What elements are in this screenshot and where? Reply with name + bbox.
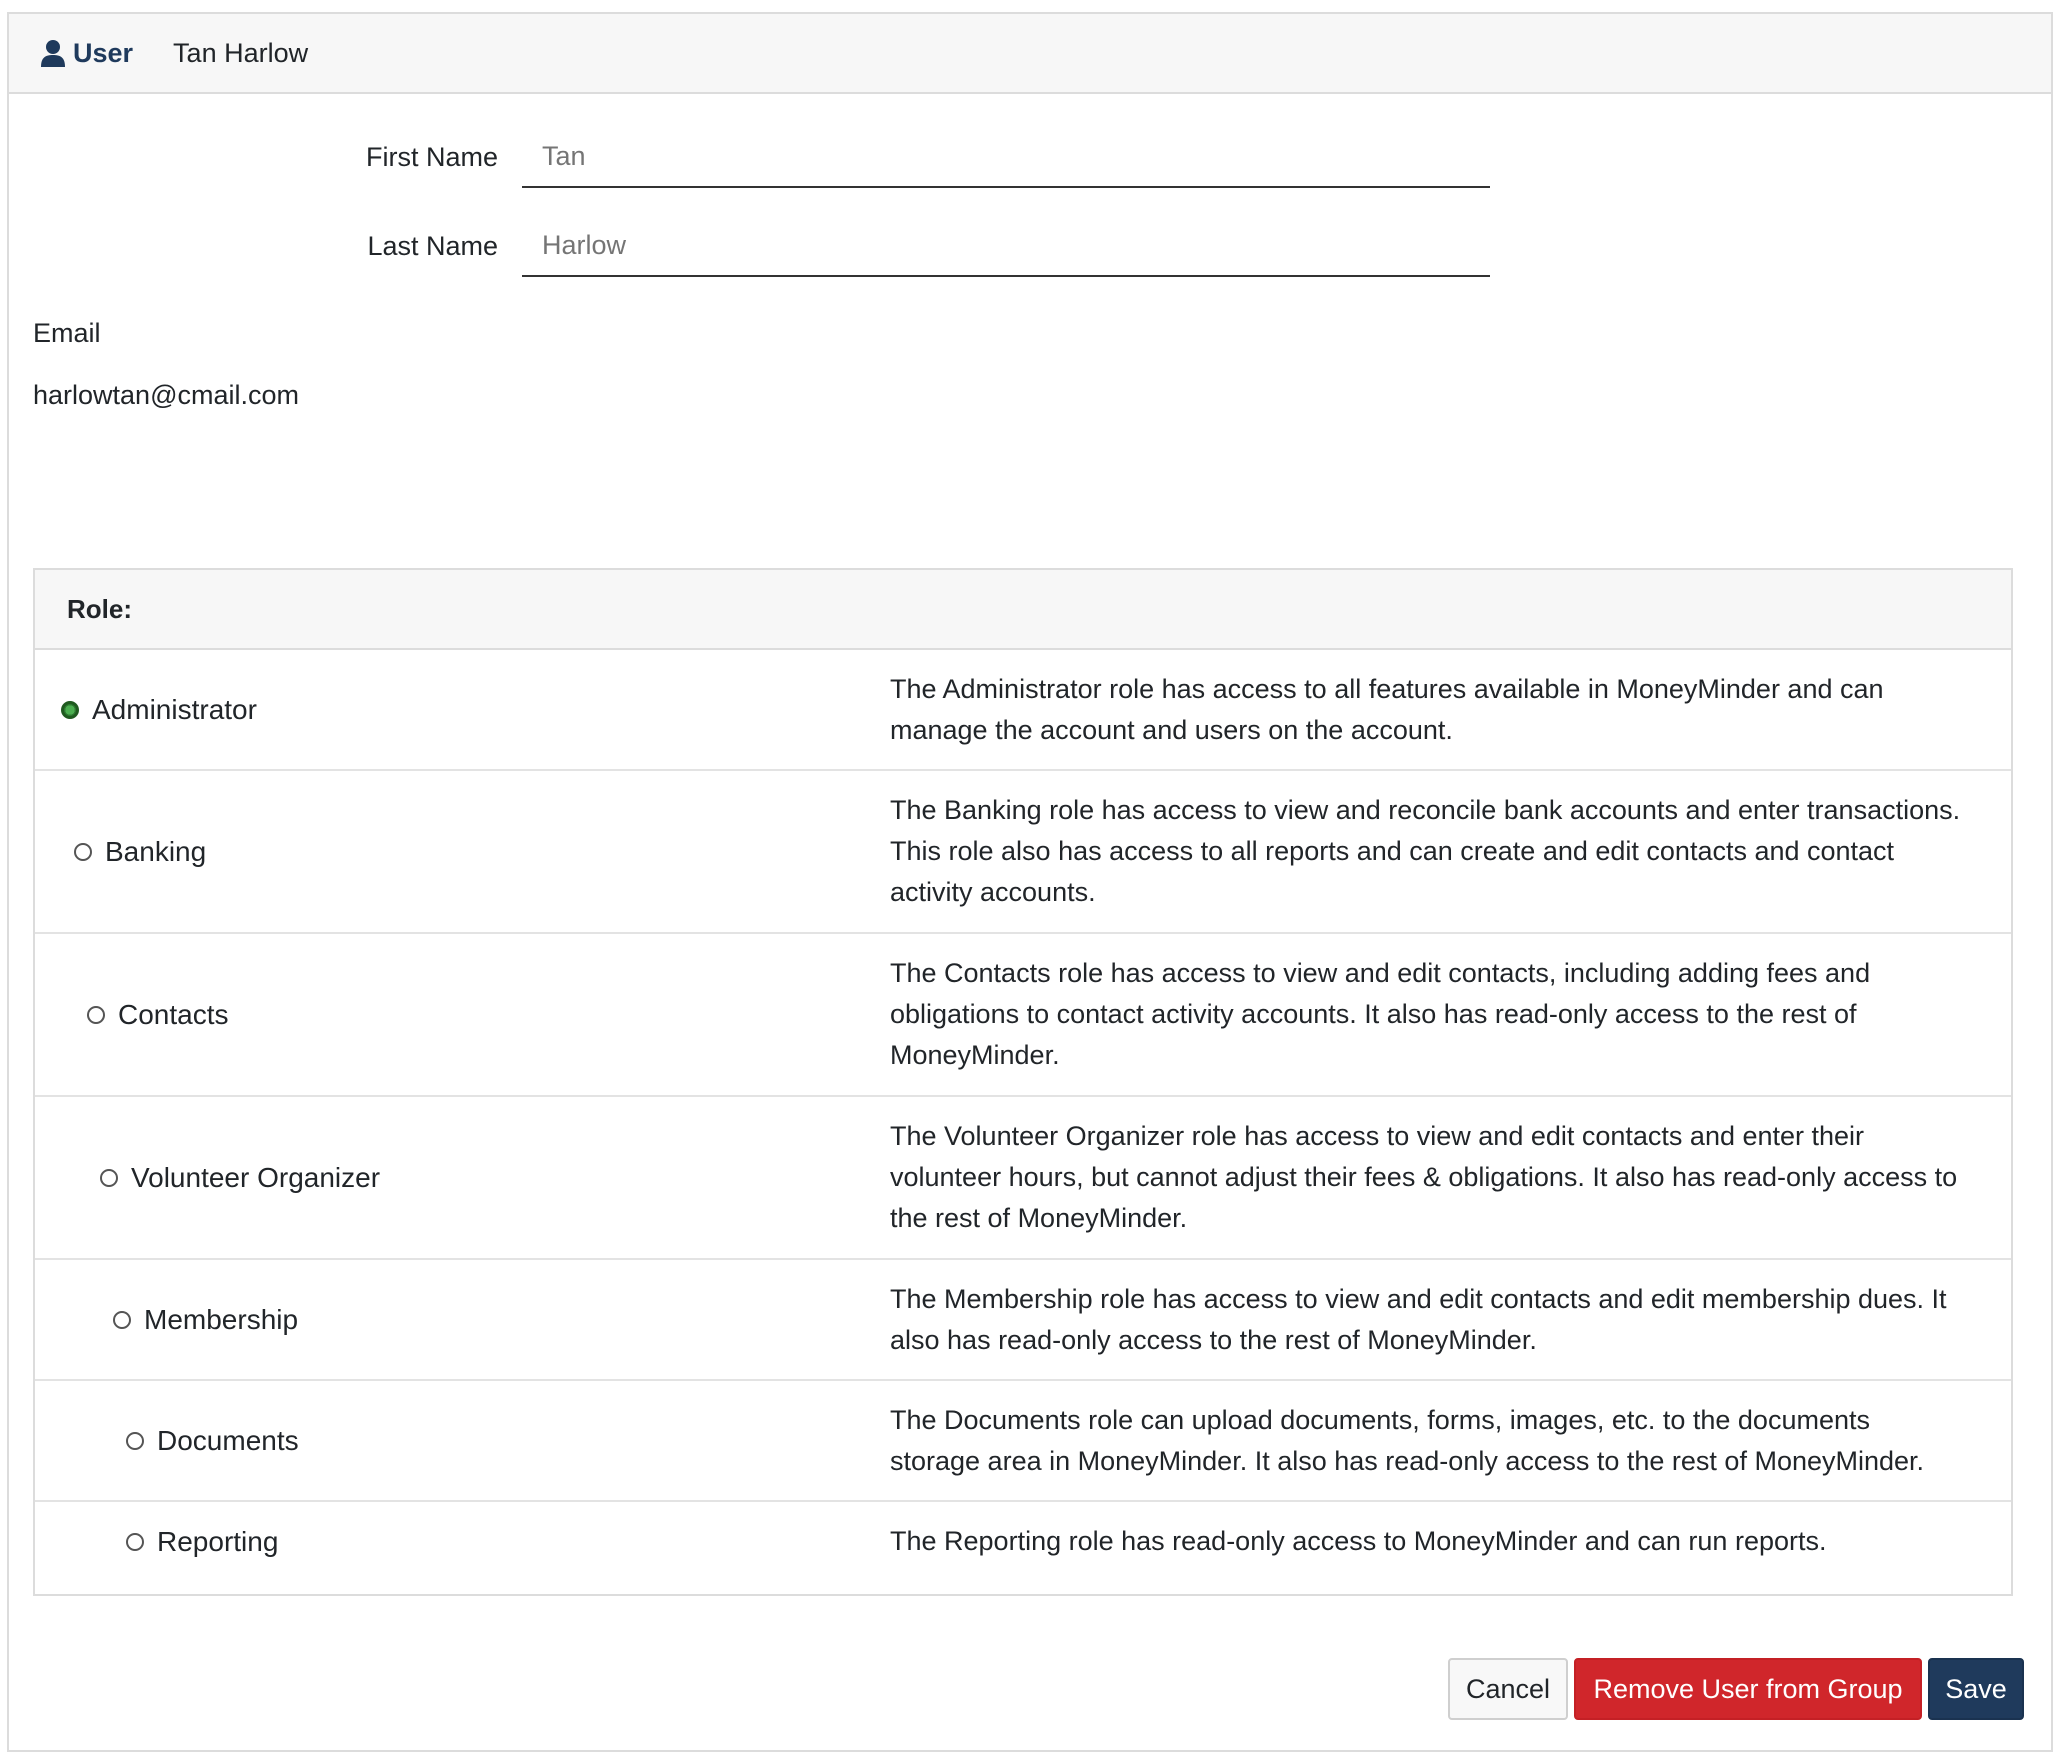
save-button[interactable]: Save <box>1928 1658 2024 1720</box>
radio-icon[interactable] <box>74 842 92 861</box>
role-row-contacts[interactable]: Contacts The Contacts role has access to… <box>35 934 2011 1097</box>
role-row-documents[interactable]: Documents The Documents role can upload … <box>35 1381 2011 1502</box>
radio-checked-icon[interactable] <box>61 700 79 719</box>
role-option[interactable]: Reporting <box>35 1502 890 1581</box>
role-description: The Membership role has access to view a… <box>890 1283 1947 1355</box>
role-name: Reporting <box>157 1525 279 1557</box>
last-name-input[interactable] <box>522 215 1490 277</box>
role-description: The Administrator role has access to all… <box>890 673 1884 745</box>
role-description: The Reporting role has read-only access … <box>890 1526 1827 1556</box>
role-name: Membership <box>144 1303 299 1335</box>
first-name-row: First Name <box>7 126 1490 188</box>
radio-icon[interactable] <box>126 1431 144 1450</box>
first-name-label: First Name <box>365 141 498 172</box>
email-value: harlowtan@cmail.com <box>33 380 299 410</box>
last-name-label: Last Name <box>367 230 498 261</box>
role-name: Volunteer Organizer <box>131 1161 381 1193</box>
role-panel: Role: Administrator The Administrator ro… <box>33 568 2013 1596</box>
role-row-volunteer-organizer[interactable]: Volunteer Organizer The Volunteer Organi… <box>35 1097 2011 1260</box>
role-option[interactable]: Contacts <box>35 934 890 1095</box>
radio-icon[interactable] <box>87 1005 105 1024</box>
role-row-administrator[interactable]: Administrator The Administrator role has… <box>35 650 2011 771</box>
first-name-input[interactable] <box>522 126 1490 188</box>
cancel-button[interactable]: Cancel <box>1448 1658 1568 1720</box>
role-row-banking[interactable]: Banking The Banking role has access to v… <box>35 771 2011 934</box>
role-description: The Contacts role has access to view and… <box>890 958 1871 1070</box>
email-label: Email <box>33 318 101 348</box>
user-label: User <box>73 37 134 68</box>
role-row-membership[interactable]: Membership The Membership role has acces… <box>35 1260 2011 1381</box>
remove-user-button[interactable]: Remove User from Group <box>1574 1658 1922 1720</box>
role-name: Administrator <box>92 693 257 725</box>
role-option[interactable]: Documents <box>35 1381 890 1500</box>
role-option[interactable]: Volunteer Organizer <box>35 1097 890 1258</box>
user-icon <box>41 39 65 67</box>
radio-icon[interactable] <box>100 1168 118 1187</box>
last-name-row: Last Name <box>7 215 1490 277</box>
role-row-reporting[interactable]: Reporting The Reporting role has read-on… <box>35 1502 2011 1581</box>
radio-icon[interactable] <box>126 1532 144 1551</box>
role-header: Role: <box>35 570 2011 650</box>
user-header: User Tan Harlow <box>9 14 2051 94</box>
role-option[interactable]: Administrator <box>35 650 890 769</box>
role-option[interactable]: Membership <box>35 1260 890 1379</box>
role-name: Contacts <box>118 998 229 1030</box>
role-description: The Banking role has access to view and … <box>890 795 1961 907</box>
role-name: Documents <box>157 1424 299 1456</box>
user-name: Tan Harlow <box>173 37 309 68</box>
radio-icon[interactable] <box>113 1310 131 1329</box>
role-description: The Volunteer Organizer role has access … <box>890 1121 1958 1233</box>
role-description: The Documents role can upload documents,… <box>890 1404 1925 1476</box>
role-name: Banking <box>105 835 207 867</box>
role-option[interactable]: Banking <box>35 771 890 932</box>
